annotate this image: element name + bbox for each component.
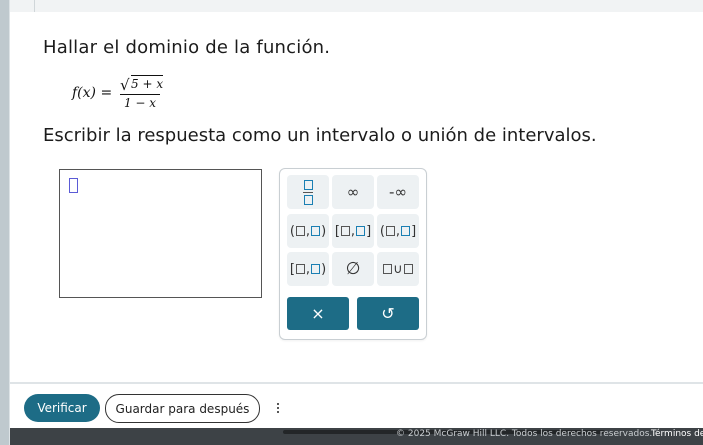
top-strip-tick — [34, 0, 35, 12]
slot-icon — [311, 264, 321, 274]
closed-closed-interval-key[interactable]: [,] — [332, 214, 374, 248]
math-keypad: ∞ -∞ (,) [,] (,] [,) ∅ ∪ × ↺ — [279, 168, 427, 340]
right-bracket: ] — [366, 223, 372, 239]
infinity-key[interactable]: ∞ — [332, 175, 374, 209]
left-rail — [0, 0, 9, 445]
right-bracket: ] — [411, 223, 417, 239]
more-options-button[interactable] — [271, 396, 285, 420]
formula-denominator: 1 − x — [123, 96, 157, 110]
top-strip — [10, 0, 703, 12]
fraction-denominator-slot-icon — [303, 194, 313, 205]
answer-cursor-box[interactable] — [69, 178, 78, 193]
comma: , — [305, 261, 311, 277]
left-paren: ( — [379, 223, 385, 239]
right-paren: ) — [321, 223, 327, 239]
slot-icon — [385, 226, 395, 236]
open-closed-interval-key[interactable]: (,] — [377, 214, 419, 248]
left-bracket: [ — [334, 223, 340, 239]
fraction-key[interactable] — [287, 175, 329, 209]
footer-divider — [10, 382, 703, 384]
instructions-text: Escribir la respuesta como un intervalo … — [43, 125, 597, 146]
formula-lhs: f(x) = — [72, 85, 113, 101]
union-symbol: ∪ — [393, 261, 403, 277]
formula-radicand: 5 + x — [131, 75, 164, 91]
undo-button[interactable]: ↺ — [357, 297, 419, 330]
slot-icon — [295, 226, 305, 236]
open-open-interval-key[interactable]: (,) — [287, 214, 329, 248]
fraction-bar-icon — [303, 191, 313, 193]
comma: , — [305, 223, 311, 239]
copyright-text: © 2025 McGraw Hill LLC. Todos los derech… — [396, 429, 653, 439]
fraction-bar — [120, 94, 160, 95]
comma: , — [350, 223, 356, 239]
slot-icon — [356, 226, 366, 236]
formula-numerator: √ 5 + x — [120, 74, 164, 94]
left-rail-divider — [9, 0, 10, 445]
slot-icon — [401, 226, 411, 236]
left-paren: ( — [289, 223, 295, 239]
empty-set-key[interactable]: ∅ — [332, 252, 374, 286]
slot-icon — [311, 226, 321, 236]
answer-input[interactable] — [59, 169, 262, 298]
comma: , — [395, 223, 401, 239]
negative-infinity-key[interactable]: -∞ — [377, 175, 419, 209]
clear-button[interactable]: × — [287, 297, 349, 330]
question-title: Hallar el dominio de la función. — [43, 37, 331, 58]
union-key[interactable]: ∪ — [377, 252, 419, 286]
slot-icon — [383, 264, 393, 274]
verify-button[interactable]: Verificar — [24, 394, 100, 422]
slot-icon — [295, 264, 305, 274]
closed-open-interval-key[interactable]: [,) — [287, 252, 329, 286]
close-icon: × — [311, 304, 325, 323]
left-bracket: [ — [289, 261, 295, 277]
square-root-icon: √ — [120, 76, 130, 94]
right-paren: ) — [321, 261, 327, 277]
slot-icon — [340, 226, 350, 236]
undo-icon: ↺ — [381, 304, 395, 323]
more-vertical-icon — [277, 403, 279, 413]
slot-icon — [403, 264, 413, 274]
terms-link[interactable]: Términos de — [651, 429, 703, 439]
fraction-numerator-slot-icon — [303, 179, 313, 190]
save-for-later-button[interactable]: Guardar para después — [105, 394, 260, 423]
